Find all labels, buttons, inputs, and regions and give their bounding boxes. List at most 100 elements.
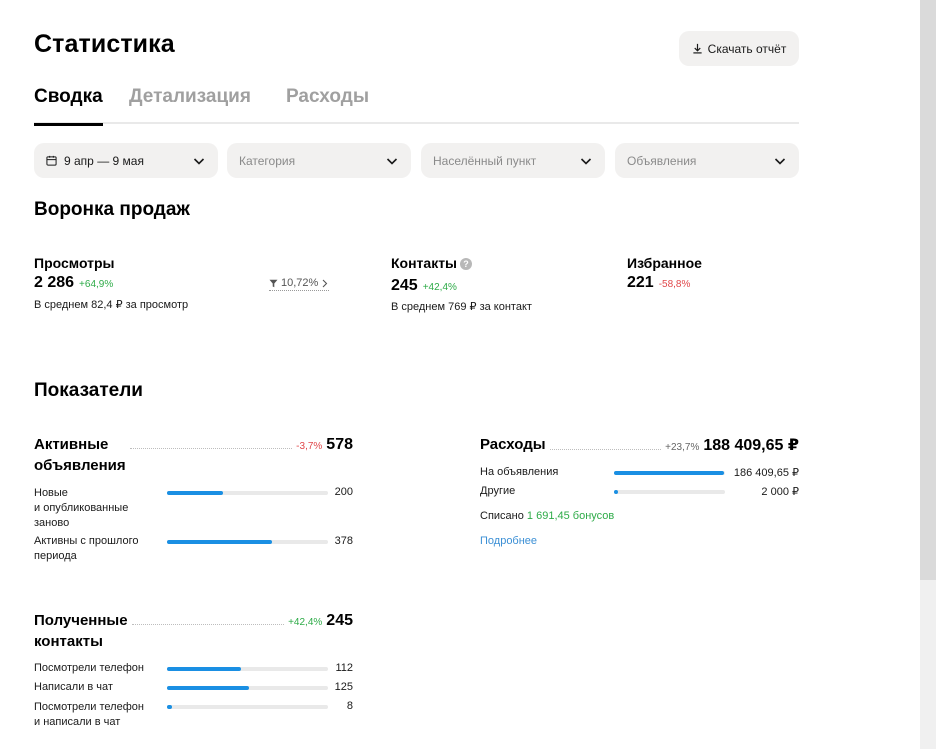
calendar-icon	[46, 155, 57, 166]
dotted-leader	[129, 448, 293, 449]
contacts-average: В среднем 769 ₽ за контакт	[391, 301, 532, 313]
chevron-down-icon	[774, 158, 786, 165]
row-label-line: Активны с прошлого	[34, 535, 139, 547]
tab-details[interactable]: Детализация	[129, 86, 251, 124]
row-label-line: периода	[34, 550, 77, 562]
page-title: Статистика	[34, 30, 175, 58]
expenses-header: Расходы +23,7% 188 409,65 ₽	[480, 434, 799, 455]
row-value: 112	[335, 662, 353, 674]
active-ads-total: 578	[326, 436, 353, 453]
expenses-title: Расходы	[480, 436, 546, 453]
progress-bar	[167, 686, 328, 690]
progress-bar	[167, 540, 328, 544]
favorites-label: Избранное	[627, 255, 702, 271]
city-placeholder: Населённый пункт	[433, 153, 537, 168]
progress-fill	[614, 490, 619, 494]
progress-fill	[167, 491, 223, 495]
progress-fill	[614, 471, 724, 475]
received-contacts-header: Полученные контакты +42,4% 245	[34, 610, 353, 652]
expenses-total-group: +23,7% 188 409,65 ₽	[665, 435, 799, 455]
row-label-line: Новые	[34, 487, 68, 499]
tab-summary[interactable]: Сводка	[34, 86, 103, 126]
download-report-label: Скачать отчёт	[707, 41, 787, 56]
category-select[interactable]: Категория	[227, 143, 411, 178]
tab-bar: Сводка Детализация Расходы	[34, 86, 799, 126]
active-ads-delta: -3,7%	[296, 441, 323, 452]
city-select[interactable]: Населённый пункт	[421, 143, 605, 178]
chevron-right-icon	[322, 279, 328, 287]
row-label-line: Посмотрели телефон	[34, 662, 144, 674]
indicators-heading: Показатели	[34, 380, 143, 401]
ads-select[interactable]: Объявления	[615, 143, 799, 178]
received-contacts-total: 245	[326, 612, 353, 629]
download-report-button[interactable]: Скачать отчёт	[679, 31, 799, 66]
views-value-group: 2 286 +64,9%	[34, 274, 113, 292]
active-ads-title-line2: объявления	[34, 457, 126, 474]
favorites-value-group: 221 -58,8%	[627, 274, 690, 292]
contacts-label-group: Контакты?	[391, 255, 473, 271]
progress-fill	[167, 540, 273, 544]
page-scrollbar-thumb[interactable]	[920, 0, 936, 580]
progress-fill	[167, 667, 241, 671]
progress-fill	[167, 686, 250, 690]
row-value: 2 000 ₽	[761, 486, 799, 498]
progress-fill	[167, 705, 173, 709]
statistics-page: Статистика Скачать отчёт Сводка Детализа…	[34, 0, 799, 749]
dotted-leader	[549, 449, 662, 450]
row-value: 378	[334, 535, 353, 547]
active-ads-header: Активные объявления -3,7% 578	[34, 434, 353, 476]
active-ads-row-new: Новые и опубликованные заново	[34, 486, 128, 531]
favorites-delta: -58,8%	[658, 279, 691, 290]
contacts-delta: +42,4%	[422, 282, 457, 293]
received-contacts-title-line2: контакты	[34, 633, 103, 650]
row-value: 8	[346, 700, 353, 712]
views-value: 2 286	[34, 274, 75, 291]
favorites-value: 221	[627, 274, 654, 291]
contacts-row-chat: Написали в чат	[34, 681, 113, 693]
row-value: 200	[334, 486, 353, 498]
date-range-select[interactable]: 9 апр — 9 мая	[34, 143, 218, 178]
help-icon[interactable]: ?	[460, 258, 473, 270]
conversion-rate-value: 10,72%	[281, 277, 319, 289]
row-label-line: Написали в чат	[34, 681, 113, 693]
conversion-rate-link[interactable]: 10,72%	[269, 277, 330, 291]
row-label-line: Посмотрели телефон	[34, 701, 144, 713]
progress-bar	[167, 705, 328, 709]
row-value: 186 409,65 ₽	[733, 467, 799, 479]
views-delta: +64,9%	[79, 279, 114, 290]
category-placeholder: Категория	[239, 153, 296, 168]
received-contacts-title: Полученные контакты	[34, 610, 128, 652]
tab-expenses[interactable]: Расходы	[286, 86, 369, 124]
expenses-row-ads: На объявления	[480, 466, 559, 478]
row-value: 125	[334, 681, 353, 693]
active-ads-title: Активные объявления	[34, 434, 126, 476]
bonus-spent-prefix: Списано	[480, 510, 524, 522]
contacts-value-group: 245 +42,4%	[391, 277, 457, 295]
views-average: В среднем 82,4 ₽ за просмотр	[34, 299, 189, 311]
received-contacts-total-group: +42,4% 245	[288, 612, 353, 630]
contacts-row-phone: Посмотрели телефон	[34, 662, 144, 674]
row-label-line: и написали в чат	[34, 716, 121, 728]
download-icon	[693, 43, 702, 54]
active-ads-row-previous: Активны с прошлого периода	[34, 534, 138, 564]
dotted-leader	[131, 624, 285, 625]
progress-bar	[167, 491, 328, 495]
progress-bar	[167, 667, 328, 671]
row-label-line: и опубликованные	[34, 502, 129, 514]
funnel-heading: Воронка продаж	[34, 199, 190, 220]
bonus-spent-amount: 1 691,45 бонусов	[526, 510, 615, 522]
contacts-value: 245	[391, 277, 418, 294]
active-ads-total-group: -3,7% 578	[296, 436, 353, 454]
progress-bar	[614, 471, 725, 475]
chevron-down-icon	[580, 158, 592, 165]
received-contacts-title-line1: Полученные	[34, 612, 128, 629]
row-label-line: заново	[34, 517, 70, 529]
chevron-down-icon	[193, 158, 205, 165]
filter-funnel-icon	[269, 279, 278, 287]
chevron-down-icon	[386, 158, 398, 165]
date-range-value: 9 апр — 9 мая	[64, 153, 144, 168]
expenses-delta: +23,7%	[665, 442, 700, 453]
more-details-link[interactable]: Подробнее	[480, 535, 537, 547]
contacts-row-phone-and-chat: Посмотрели телефон и написали в чат	[34, 700, 144, 730]
progress-bar	[614, 490, 725, 494]
